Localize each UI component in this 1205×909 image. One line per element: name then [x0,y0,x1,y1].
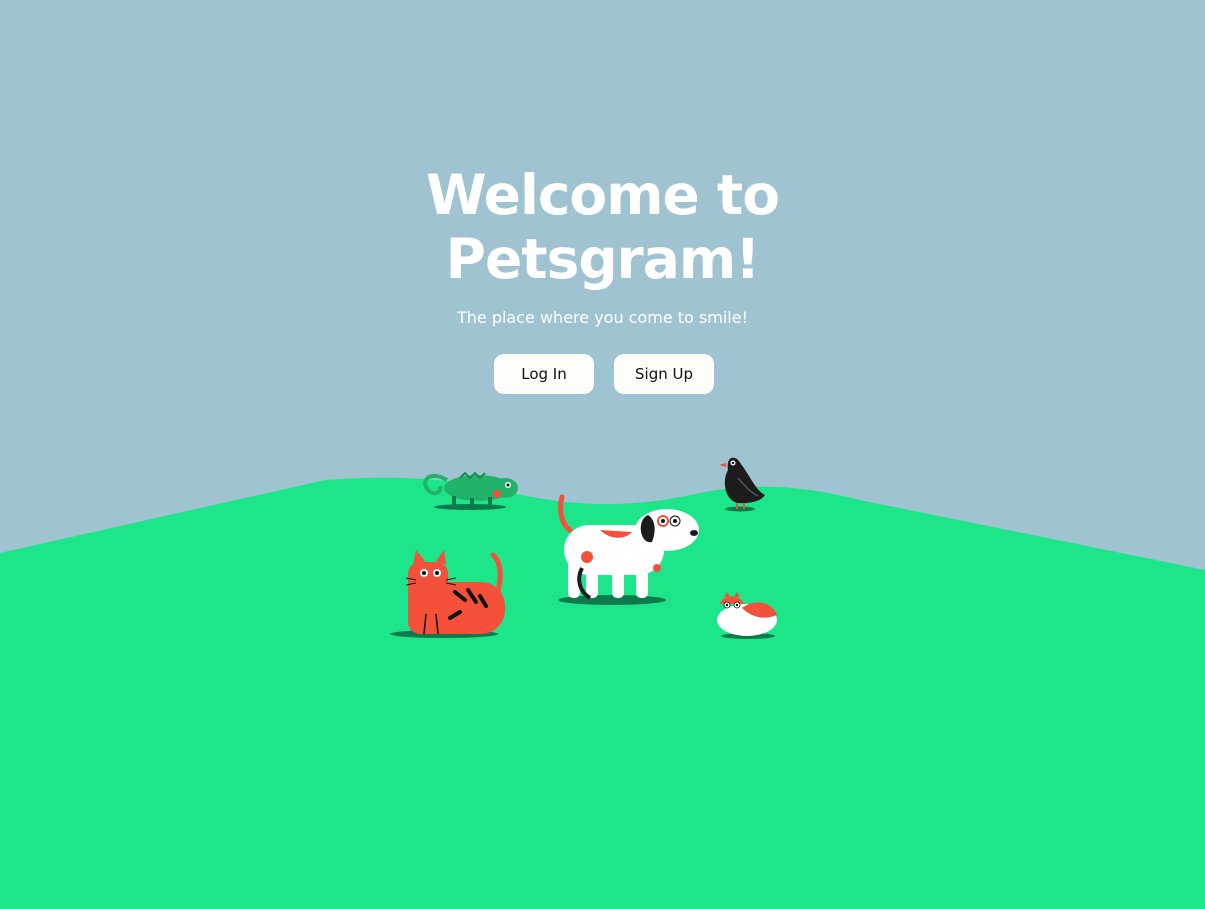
signup-button[interactable]: Sign Up [614,354,714,394]
landscape-illustration [0,457,1205,909]
tagline: The place where you come to smile! [456,308,748,327]
login-button[interactable]: Log In [494,354,594,394]
page-title: Welcome to Petsgram! [0,163,1205,291]
welcome-page: Welcome to Petsgram! The place where you… [0,0,1205,909]
title-line-2: Petsgram! [445,227,761,291]
title-line-1: Welcome to [425,163,780,227]
